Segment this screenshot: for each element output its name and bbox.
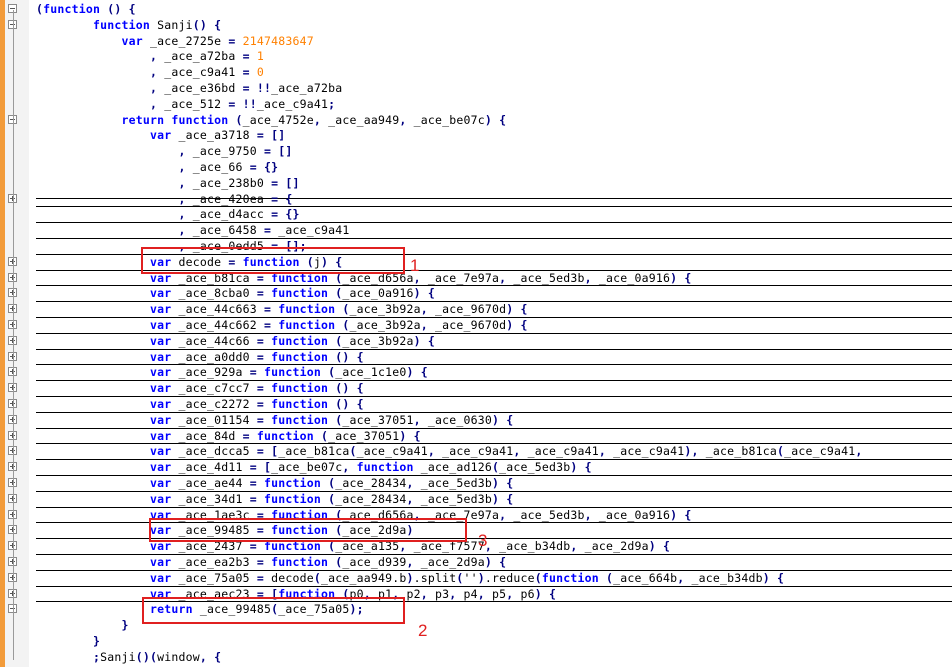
annotation-label-1: 1	[410, 256, 420, 275]
code-line[interactable]: var _ace_44c66 = function (_ace_3b92a) {	[36, 333, 435, 349]
code-line[interactable]: , _ace_512 = !!_ace_c9a41;	[36, 96, 335, 112]
code-line[interactable]: , _ace_e36bd = !!_ace_a72ba	[36, 80, 342, 96]
highlight-box-ace-99485	[149, 518, 467, 542]
code-line[interactable]: , _ace_420ea = {	[36, 191, 292, 207]
annotation-label-2: 2	[418, 621, 428, 640]
code-line[interactable]: (function () {	[36, 1, 136, 17]
code-line[interactable]: , _ace_d4acc = {}	[36, 206, 300, 222]
code-line[interactable]: var _ace_dcca5 = [_ace_b81ca(_ace_c9a41,…	[36, 443, 862, 459]
code-line[interactable]: var _ace_c2272 = function () {	[36, 396, 364, 412]
code-line[interactable]: var _ace_ae44 = function (_ace_28434, _a…	[36, 475, 513, 491]
highlight-box-return	[142, 597, 405, 624]
code-line[interactable]: var _ace_84d = function (_ace_37051) {	[36, 428, 421, 444]
code-line[interactable]: var _ace_34d1 = function (_ace_28434, _a…	[36, 491, 513, 507]
code-line[interactable]: ;Sanji()(window, {	[36, 649, 221, 665]
code-line[interactable]: , _ace_9750 = []	[36, 143, 292, 159]
code-line[interactable]: function Sanji() {	[36, 17, 221, 33]
code-line[interactable]: var _ace_a0dd0 = function () {	[36, 349, 364, 365]
code-line[interactable]: var _ace_44c662 = function (_ace_3b92a, …	[36, 317, 528, 333]
annotation-label-3: 3	[478, 531, 488, 550]
code-line[interactable]: var _ace_c7cc7 = function () {	[36, 380, 364, 396]
code-line[interactable]: var _ace_2725e = 2147483647	[36, 33, 314, 49]
code-line[interactable]: var _ace_ea2b3 = function (_ace_d939, _a…	[36, 554, 506, 570]
code-line[interactable]: return function (_ace_4752e, _ace_aa949,…	[36, 112, 506, 128]
code-line[interactable]: }	[36, 633, 100, 649]
code-line[interactable]: var _ace_a3718 = []	[36, 127, 285, 143]
code-line[interactable]: }	[36, 617, 129, 633]
code-line[interactable]: , _ace_66 = {}	[36, 159, 278, 175]
highlight-box-decode	[141, 247, 405, 274]
code-line[interactable]: var _ace_8cba0 = function (_ace_0a916) {	[36, 285, 435, 301]
code-line[interactable]: , _ace_c9a41 = 0	[36, 64, 264, 80]
code-line[interactable]: var _ace_44c663 = function (_ace_3b92a, …	[36, 301, 528, 317]
code-line[interactable]: var _ace_01154 = function (_ace_37051, _…	[36, 412, 513, 428]
fold-gutter	[5, 0, 29, 667]
code-line[interactable]: , _ace_6458 = _ace_c9a41	[36, 222, 349, 238]
code-line[interactable]: var _ace_929a = function (_ace_1c1e0) {	[36, 364, 428, 380]
code-line[interactable]: var _ace_4d11 = [_ace_be07c, function _a…	[36, 459, 592, 475]
code-line[interactable]: , _ace_238b0 = []	[36, 175, 300, 191]
code-line[interactable]: var _ace_75a05 = decode(_ace_aa949.b).sp…	[36, 570, 784, 586]
code-line[interactable]: , _ace_a72ba = 1	[36, 48, 264, 64]
fold-guide-line	[13, 10, 14, 660]
